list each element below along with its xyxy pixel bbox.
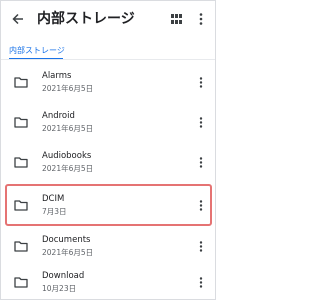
more-vert-icon (199, 13, 203, 25)
file-browser-screen: 内部ストレージ 内部ストレージ Alarms 2021年6月5日 Android… (0, 0, 216, 300)
item-menu-button[interactable] (196, 238, 206, 254)
more-vert-icon (199, 240, 203, 252)
folder-date: 2021年6月5日 (42, 248, 94, 257)
divider (1, 59, 215, 60)
folder-icon (14, 117, 28, 128)
folder-date: 2021年6月5日 (42, 124, 94, 133)
item-menu-button[interactable] (196, 154, 206, 170)
item-menu-button[interactable] (196, 74, 206, 90)
app-bar: 内部ストレージ (1, 1, 215, 37)
highlight-box (5, 184, 212, 226)
more-vert-icon (199, 76, 203, 88)
folder-icon (14, 241, 28, 252)
item-menu-button[interactable] (196, 274, 206, 290)
overflow-menu-button[interactable] (193, 9, 209, 29)
more-vert-icon (199, 116, 203, 128)
list-item[interactable]: Alarms 2021年6月5日 (1, 63, 215, 101)
folder-name: Documents (42, 235, 91, 245)
folder-date: 2021年6月5日 (42, 84, 94, 93)
folder-icon (14, 77, 28, 88)
more-vert-icon (199, 276, 203, 288)
more-vert-icon (199, 156, 203, 168)
grid-view-icon (170, 14, 182, 24)
folder-name: Alarms (42, 71, 72, 81)
back-button[interactable] (7, 8, 29, 30)
folder-icon (14, 157, 28, 168)
folder-date: 2021年6月5日 (42, 164, 94, 173)
folder-name: Audiobooks (42, 151, 92, 161)
grid-view-button[interactable] (166, 9, 186, 29)
folder-name: Download (42, 271, 85, 281)
list-item[interactable]: Android 2021年6月5日 (1, 103, 215, 141)
breadcrumb[interactable]: 内部ストレージ (9, 46, 65, 56)
folder-name: Android (42, 111, 75, 121)
item-menu-button[interactable] (196, 114, 206, 130)
folder-date: 10月23日 (42, 284, 77, 293)
page-title: 内部ストレージ (37, 11, 135, 27)
list-item[interactable]: Audiobooks 2021年6月5日 (1, 143, 215, 181)
folder-icon (14, 277, 28, 288)
arrow-back-icon (12, 13, 23, 25)
list-item[interactable]: Download 10月23日 (1, 263, 215, 299)
list-item[interactable]: Documents 2021年6月5日 (1, 227, 215, 265)
